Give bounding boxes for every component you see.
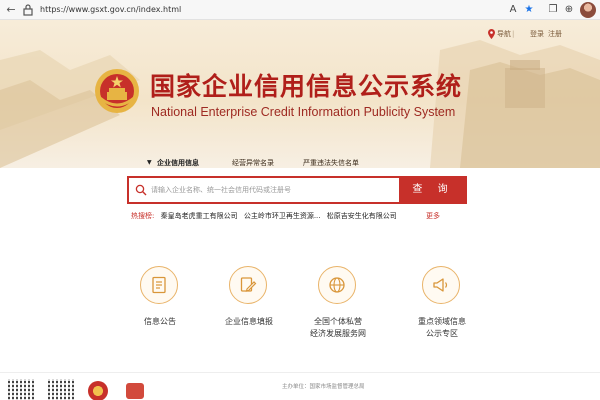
lock-icon[interactable]	[22, 3, 34, 17]
search-input[interactable]	[151, 181, 391, 199]
site-banner: 导航 | 登录 注册 国家企业信用信息公示系统 National Enterpr…	[0, 20, 600, 168]
hot-search-item[interactable]: 公主岭市环卫再生资源...	[244, 212, 321, 220]
location-pin-icon	[488, 29, 495, 39]
edit-pen-icon	[240, 277, 257, 292]
feature-label: 重点领域信息 公示专区	[418, 317, 466, 338]
national-emblem-icon	[95, 69, 139, 113]
browser-toolbar: ← https://www.gsxt.gov.cn/index.html A ★…	[0, 0, 600, 20]
hot-search-item[interactable]: 松原吉安生化有限公司	[327, 212, 397, 220]
back-arrow-icon[interactable]: ←	[4, 3, 18, 17]
nav-link[interactable]: 导航	[497, 29, 511, 39]
page-footer: 主办单位：国家市场监督管理总局	[0, 372, 600, 400]
read-aloud-icon[interactable]: A	[506, 3, 520, 17]
nav-separator: |	[512, 30, 515, 38]
tab-serious-violations[interactable]: 严重违法失信名单	[303, 158, 359, 168]
favorite-star-icon[interactable]: ★	[522, 3, 536, 17]
site-title-chinese: 国家企业信用信息公示系统	[150, 72, 463, 101]
qr-code-image	[48, 379, 74, 400]
address-bar[interactable]: https://www.gsxt.gov.cn/index.html	[40, 3, 181, 17]
megaphone-icon	[433, 278, 448, 292]
document-icon	[152, 276, 166, 294]
feature-icon-ring	[140, 266, 178, 304]
login-link[interactable]: 登录	[530, 29, 544, 39]
collections-icon[interactable]: ❐	[546, 3, 560, 17]
register-link[interactable]: 注册	[548, 29, 562, 39]
tab-abnormal-operations[interactable]: 经营异常名录	[232, 158, 274, 168]
hot-search-more-link[interactable]: 更多	[426, 211, 440, 221]
caret-down-icon: ▼	[147, 159, 152, 166]
extensions-icon[interactable]: ⊕	[562, 3, 576, 17]
feature-private-economy-network[interactable]: 全国个体私营 经济发展服务网	[293, 266, 383, 346]
search-icon	[135, 184, 147, 196]
qr-code-image	[8, 379, 34, 400]
feature-label: 全国个体私营 经济发展服务网	[310, 317, 366, 338]
feature-label: 企业信息填报	[225, 317, 273, 326]
footer-sponsor: 主办单位：国家市场监督管理总局	[282, 384, 365, 390]
feature-icon-ring	[229, 266, 267, 304]
feature-info-announcement[interactable]: 信息公告	[115, 266, 205, 346]
network-globe-icon	[329, 277, 345, 293]
feature-key-area-disclosure[interactable]: 重点领域信息 公示专区	[397, 266, 487, 346]
feature-icon-ring	[422, 266, 460, 304]
search-button[interactable]: 查 询	[399, 176, 467, 204]
feature-label: 信息公告	[144, 317, 176, 326]
hot-search-item[interactable]: 秦皇岛老虎重工有限公司	[161, 212, 238, 220]
search-bar: 查 询	[127, 176, 467, 204]
tab-enterprise-credit[interactable]: 企业信用信息	[157, 158, 199, 168]
footer-emblem-icon	[126, 383, 144, 399]
hot-search-label: 热搜榜:	[131, 212, 155, 220]
footer-badge-icon	[88, 381, 108, 400]
hot-search-list: 热搜榜: 秦皇岛老虎重工有限公司 公主岭市环卫再生资源... 松原吉安生化有限公…	[131, 211, 397, 221]
profile-avatar[interactable]	[580, 2, 596, 18]
feature-enterprise-filing[interactable]: 企业信息填报	[204, 266, 294, 346]
feature-icon-ring	[318, 266, 356, 304]
site-title-english: National Enterprise Credit Information P…	[151, 105, 456, 119]
